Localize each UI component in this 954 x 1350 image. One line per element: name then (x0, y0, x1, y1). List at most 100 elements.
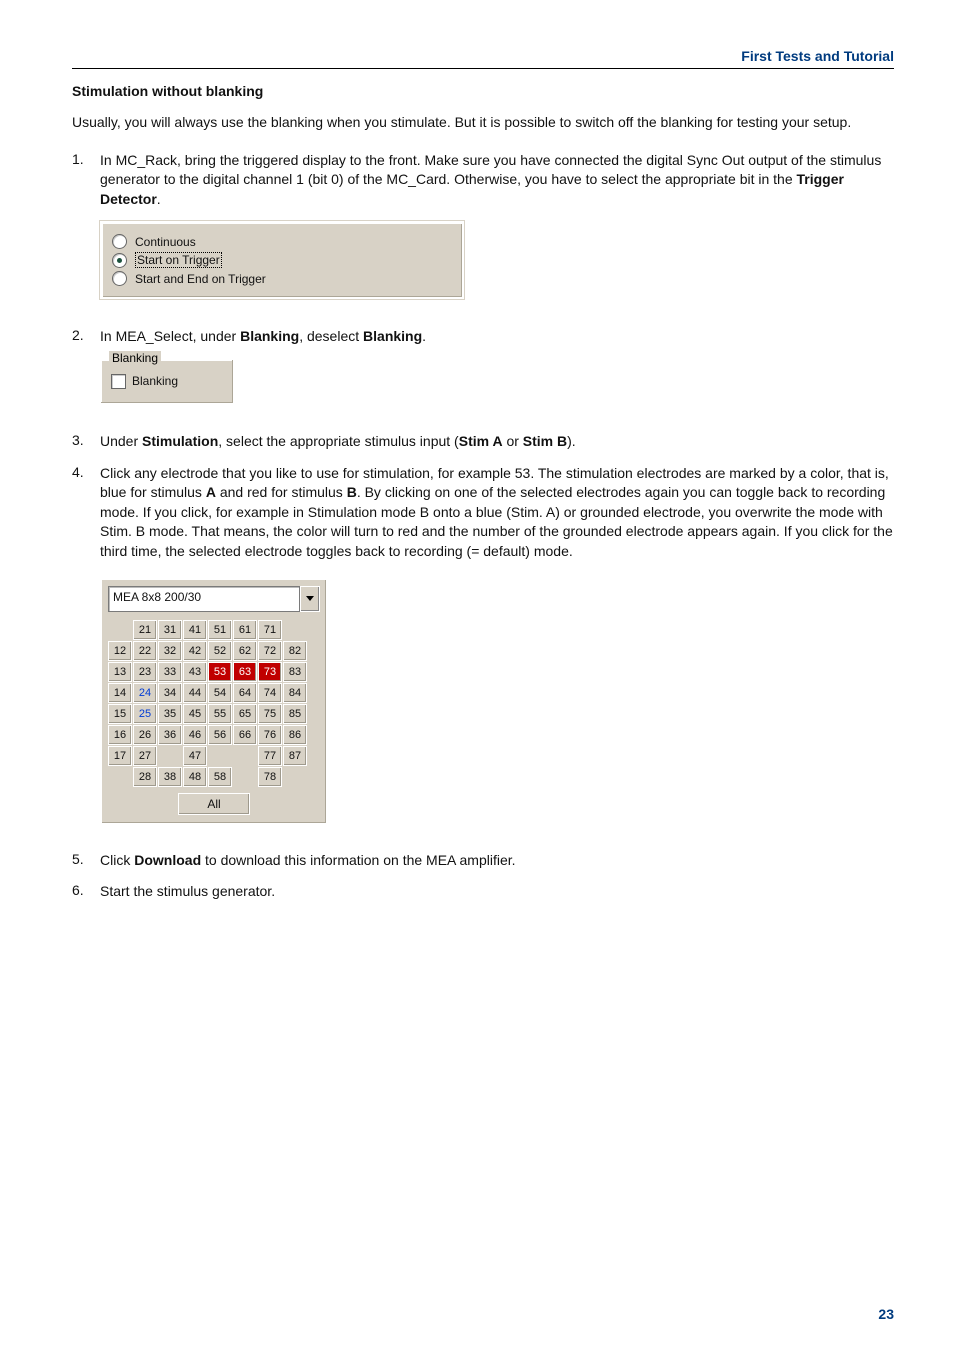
electrode-76[interactable]: 76 (258, 725, 282, 745)
electrode-41[interactable]: 41 (183, 620, 207, 640)
electrode-78[interactable]: 78 (258, 767, 282, 787)
electrode-25[interactable]: 25 (133, 704, 157, 724)
electrode-52[interactable]: 52 (208, 641, 232, 661)
checkbox-label: Blanking (132, 374, 178, 388)
electrode-38[interactable]: 38 (158, 767, 182, 787)
electrode-35[interactable]: 35 (158, 704, 182, 724)
all-button[interactable]: All (178, 793, 250, 815)
electrode-73[interactable]: 73 (258, 662, 282, 682)
step-3-text-c: , select the appropriate stimulus input … (218, 433, 458, 449)
electrode-54[interactable]: 54 (208, 683, 232, 703)
electrode-71[interactable]: 71 (258, 620, 282, 640)
blanking-checkbox[interactable]: Blanking (111, 374, 223, 389)
electrode-85[interactable]: 85 (283, 704, 307, 724)
electrode-17[interactable]: 17 (108, 746, 132, 766)
step-3-bold-3: Stim B (523, 433, 567, 449)
electrode-13[interactable]: 13 (108, 662, 132, 682)
electrode-44[interactable]: 44 (183, 683, 207, 703)
step-2: 2. In MEA_Select, under Blanking, desele… (72, 327, 894, 347)
electrode-47[interactable]: 47 (183, 746, 207, 766)
electrode-55[interactable]: 55 (208, 704, 232, 724)
electrode-53[interactable]: 53 (208, 662, 232, 682)
step-1-text-a: In MC_Rack, bring the triggered display … (100, 152, 881, 188)
electrode-87[interactable]: 87 (283, 746, 307, 766)
step-num: 1. (72, 151, 100, 210)
electrode-16[interactable]: 16 (108, 725, 132, 745)
step-3-text-g: ). (567, 433, 576, 449)
electrode-32[interactable]: 32 (158, 641, 182, 661)
step-num: 5. (72, 851, 100, 871)
radio-label: Start and End on Trigger (135, 272, 266, 286)
step-1-text-c: . (157, 191, 161, 207)
electrode-14[interactable]: 14 (108, 683, 132, 703)
electrode-72[interactable]: 72 (258, 641, 282, 661)
electrode-46[interactable]: 46 (183, 725, 207, 745)
step-num: 3. (72, 432, 100, 452)
electrode-82[interactable]: 82 (283, 641, 307, 661)
electrode-61[interactable]: 61 (233, 620, 257, 640)
electrode-65[interactable]: 65 (233, 704, 257, 724)
electrode-43[interactable]: 43 (183, 662, 207, 682)
step-2-bold-1: Blanking (240, 328, 299, 344)
electrode-64[interactable]: 64 (233, 683, 257, 703)
radio-start-end-on-trigger[interactable]: Start and End on Trigger (112, 271, 452, 286)
checkbox-icon (111, 374, 126, 389)
step-num: 6. (72, 882, 100, 902)
step-num: 4. (72, 464, 100, 562)
electrode-51[interactable]: 51 (208, 620, 232, 640)
electrode-grid: 213141516171 1222324252627282 132333435363… (108, 620, 320, 787)
step-5: 5. Click Download to download this infor… (72, 851, 894, 871)
electrode-58[interactable]: 58 (208, 767, 232, 787)
step-4-bold-1: A (206, 484, 216, 500)
step-2-text-a: In MEA_Select, under (100, 328, 240, 344)
electrode-84[interactable]: 84 (283, 683, 307, 703)
electrode-12[interactable]: 12 (108, 641, 132, 661)
electrode-48[interactable]: 48 (183, 767, 207, 787)
electrode-62[interactable]: 62 (233, 641, 257, 661)
electrode-77[interactable]: 77 (258, 746, 282, 766)
electrode-66[interactable]: 66 (233, 725, 257, 745)
electrode-86[interactable]: 86 (283, 725, 307, 745)
step-2-bold-2: Blanking (363, 328, 422, 344)
step-4-bold-2: B (347, 484, 357, 500)
electrode-23[interactable]: 23 (133, 662, 157, 682)
radio-start-on-trigger[interactable]: Start on Trigger (112, 252, 452, 268)
electrode-31[interactable]: 31 (158, 620, 182, 640)
electrode-34[interactable]: 34 (158, 683, 182, 703)
step-2-text-c: , deselect (299, 328, 363, 344)
trigger-mode-group: Continuous Start on Trigger Start and En… (100, 221, 464, 299)
electrode-45[interactable]: 45 (183, 704, 207, 724)
electrode-28[interactable]: 28 (133, 767, 157, 787)
step-num: 2. (72, 327, 100, 347)
radio-label: Start on Trigger (135, 252, 222, 268)
electrode-75[interactable]: 75 (258, 704, 282, 724)
electrode-33[interactable]: 33 (158, 662, 182, 682)
radio-label: Continuous (135, 235, 196, 249)
electrode-56[interactable]: 56 (208, 725, 232, 745)
mea-dropdown[interactable]: MEA 8x8 200/30 (108, 586, 320, 612)
electrode-24[interactable]: 24 (133, 683, 157, 703)
electrode-15[interactable]: 15 (108, 704, 132, 724)
intro-paragraph: Usually, you will always use the blankin… (72, 113, 894, 133)
radio-continuous[interactable]: Continuous (112, 234, 452, 249)
section-title: Stimulation without blanking (72, 83, 894, 99)
step-5-text-a: Click (100, 852, 134, 868)
electrode-74[interactable]: 74 (258, 683, 282, 703)
step-4: 4. Click any electrode that you like to … (72, 464, 894, 562)
electrode-42[interactable]: 42 (183, 641, 207, 661)
radio-icon (112, 234, 127, 249)
electrode-36[interactable]: 36 (158, 725, 182, 745)
electrode-63[interactable]: 63 (233, 662, 257, 682)
electrode-panel: MEA 8x8 200/30 2131415161711222324252627… (100, 578, 328, 825)
dropdown-button[interactable] (300, 586, 320, 612)
electrode-26[interactable]: 26 (133, 725, 157, 745)
radio-icon (112, 271, 127, 286)
step-6-text: Start the stimulus generator. (100, 882, 894, 902)
electrode-21[interactable]: 21 (133, 620, 157, 640)
electrode-83[interactable]: 83 (283, 662, 307, 682)
step-6: 6. Start the stimulus generator. (72, 882, 894, 902)
electrode-22[interactable]: 22 (133, 641, 157, 661)
step-2-text-e: . (422, 328, 426, 344)
radio-icon (112, 253, 127, 268)
electrode-27[interactable]: 27 (133, 746, 157, 766)
